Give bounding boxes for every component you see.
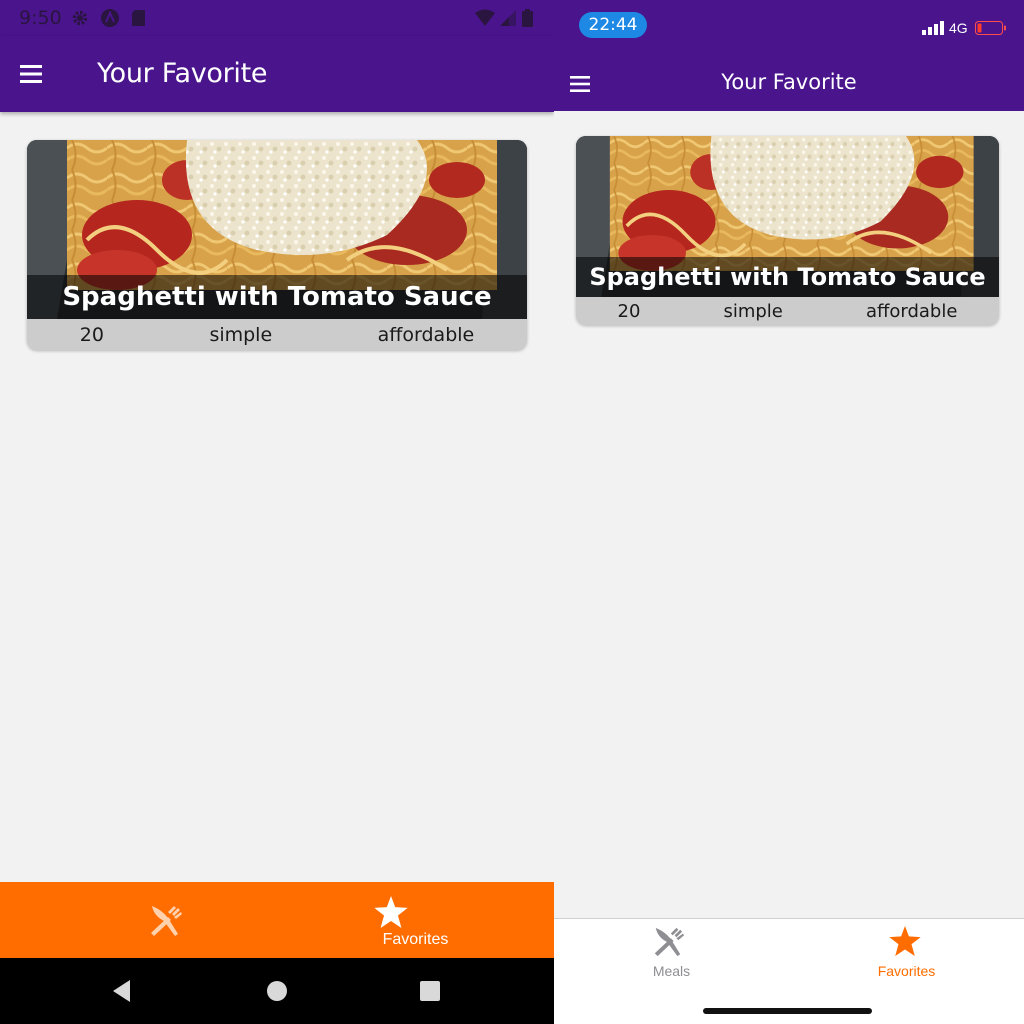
tab-meals[interactable] (0, 882, 277, 958)
meal-affordability: affordable (377, 323, 475, 346)
bottom-tab-bar: Meals Favorites (554, 918, 1024, 1024)
wifi-icon (475, 9, 495, 26)
fork-knife-icon (654, 927, 684, 957)
app-header: Your Favorite (0, 36, 554, 112)
app-notification-icon (101, 9, 119, 27)
status-time: 9:50 (19, 7, 62, 29)
status-bar: 9:50 (0, 0, 554, 36)
system-nav-bar (0, 958, 554, 1024)
page-title: Your Favorite (97, 58, 268, 89)
tab-meals[interactable]: Meals (554, 919, 789, 989)
tab-favorites[interactable]: Favorites (789, 919, 1024, 989)
meal-duration: 20 (79, 323, 104, 346)
meal-image: Spaghetti with Tomato Sauce (576, 136, 999, 297)
meal-affordability: affordable (865, 300, 958, 322)
star-icon (889, 926, 921, 956)
status-time: 22:44 (579, 12, 647, 38)
battery-icon (975, 21, 1006, 35)
sd-card-icon (132, 10, 145, 26)
android-screen: 9:50 Your Favorite Spaghetti with Tomato… (0, 0, 554, 1024)
fork-knife-icon (151, 906, 182, 936)
meal-complexity: simple (723, 300, 783, 322)
home-icon[interactable] (264, 978, 290, 1004)
meal-card[interactable]: Spaghetti with Tomato Sauce 20 simple af… (576, 136, 999, 325)
cell-signal-icon (922, 21, 944, 35)
meal-duration: 20 (617, 300, 641, 322)
network-type: 4G (949, 20, 968, 36)
page-title: Your Favorite (721, 70, 857, 94)
home-indicator[interactable] (703, 1008, 872, 1014)
app-header: Your Favorite (554, 50, 1024, 111)
meal-title: Spaghetti with Tomato Sauce (576, 257, 999, 297)
battery-icon (522, 9, 533, 27)
status-bar: 22:44 4G (554, 0, 1024, 50)
back-icon[interactable] (110, 978, 136, 1004)
meal-image: Spaghetti with Tomato Sauce (27, 140, 527, 319)
meal-details: 20 simple affordable (576, 297, 999, 325)
tab-favorites[interactable]: Favorites (277, 882, 554, 958)
tab-favorites-label: Favorites (382, 931, 449, 948)
bottom-tab-bar: Favorites (0, 882, 554, 958)
meal-card[interactable]: Spaghetti with Tomato Sauce 20 simple af… (27, 140, 527, 350)
tab-meals-label: Meals (652, 963, 691, 979)
star-icon (374, 896, 408, 928)
ios-screen: 22:44 4G Your Favorite Spaghetti with To… (554, 0, 1024, 1024)
meal-details: 20 simple affordable (27, 319, 527, 350)
settings-icon (72, 10, 88, 26)
menu-icon[interactable] (20, 65, 42, 83)
meal-complexity: simple (209, 323, 273, 346)
recents-icon[interactable] (417, 978, 443, 1004)
cell-signal-icon (500, 10, 516, 26)
meal-title: Spaghetti with Tomato Sauce (27, 275, 527, 319)
tab-favorites-label: Favorites (877, 963, 936, 979)
